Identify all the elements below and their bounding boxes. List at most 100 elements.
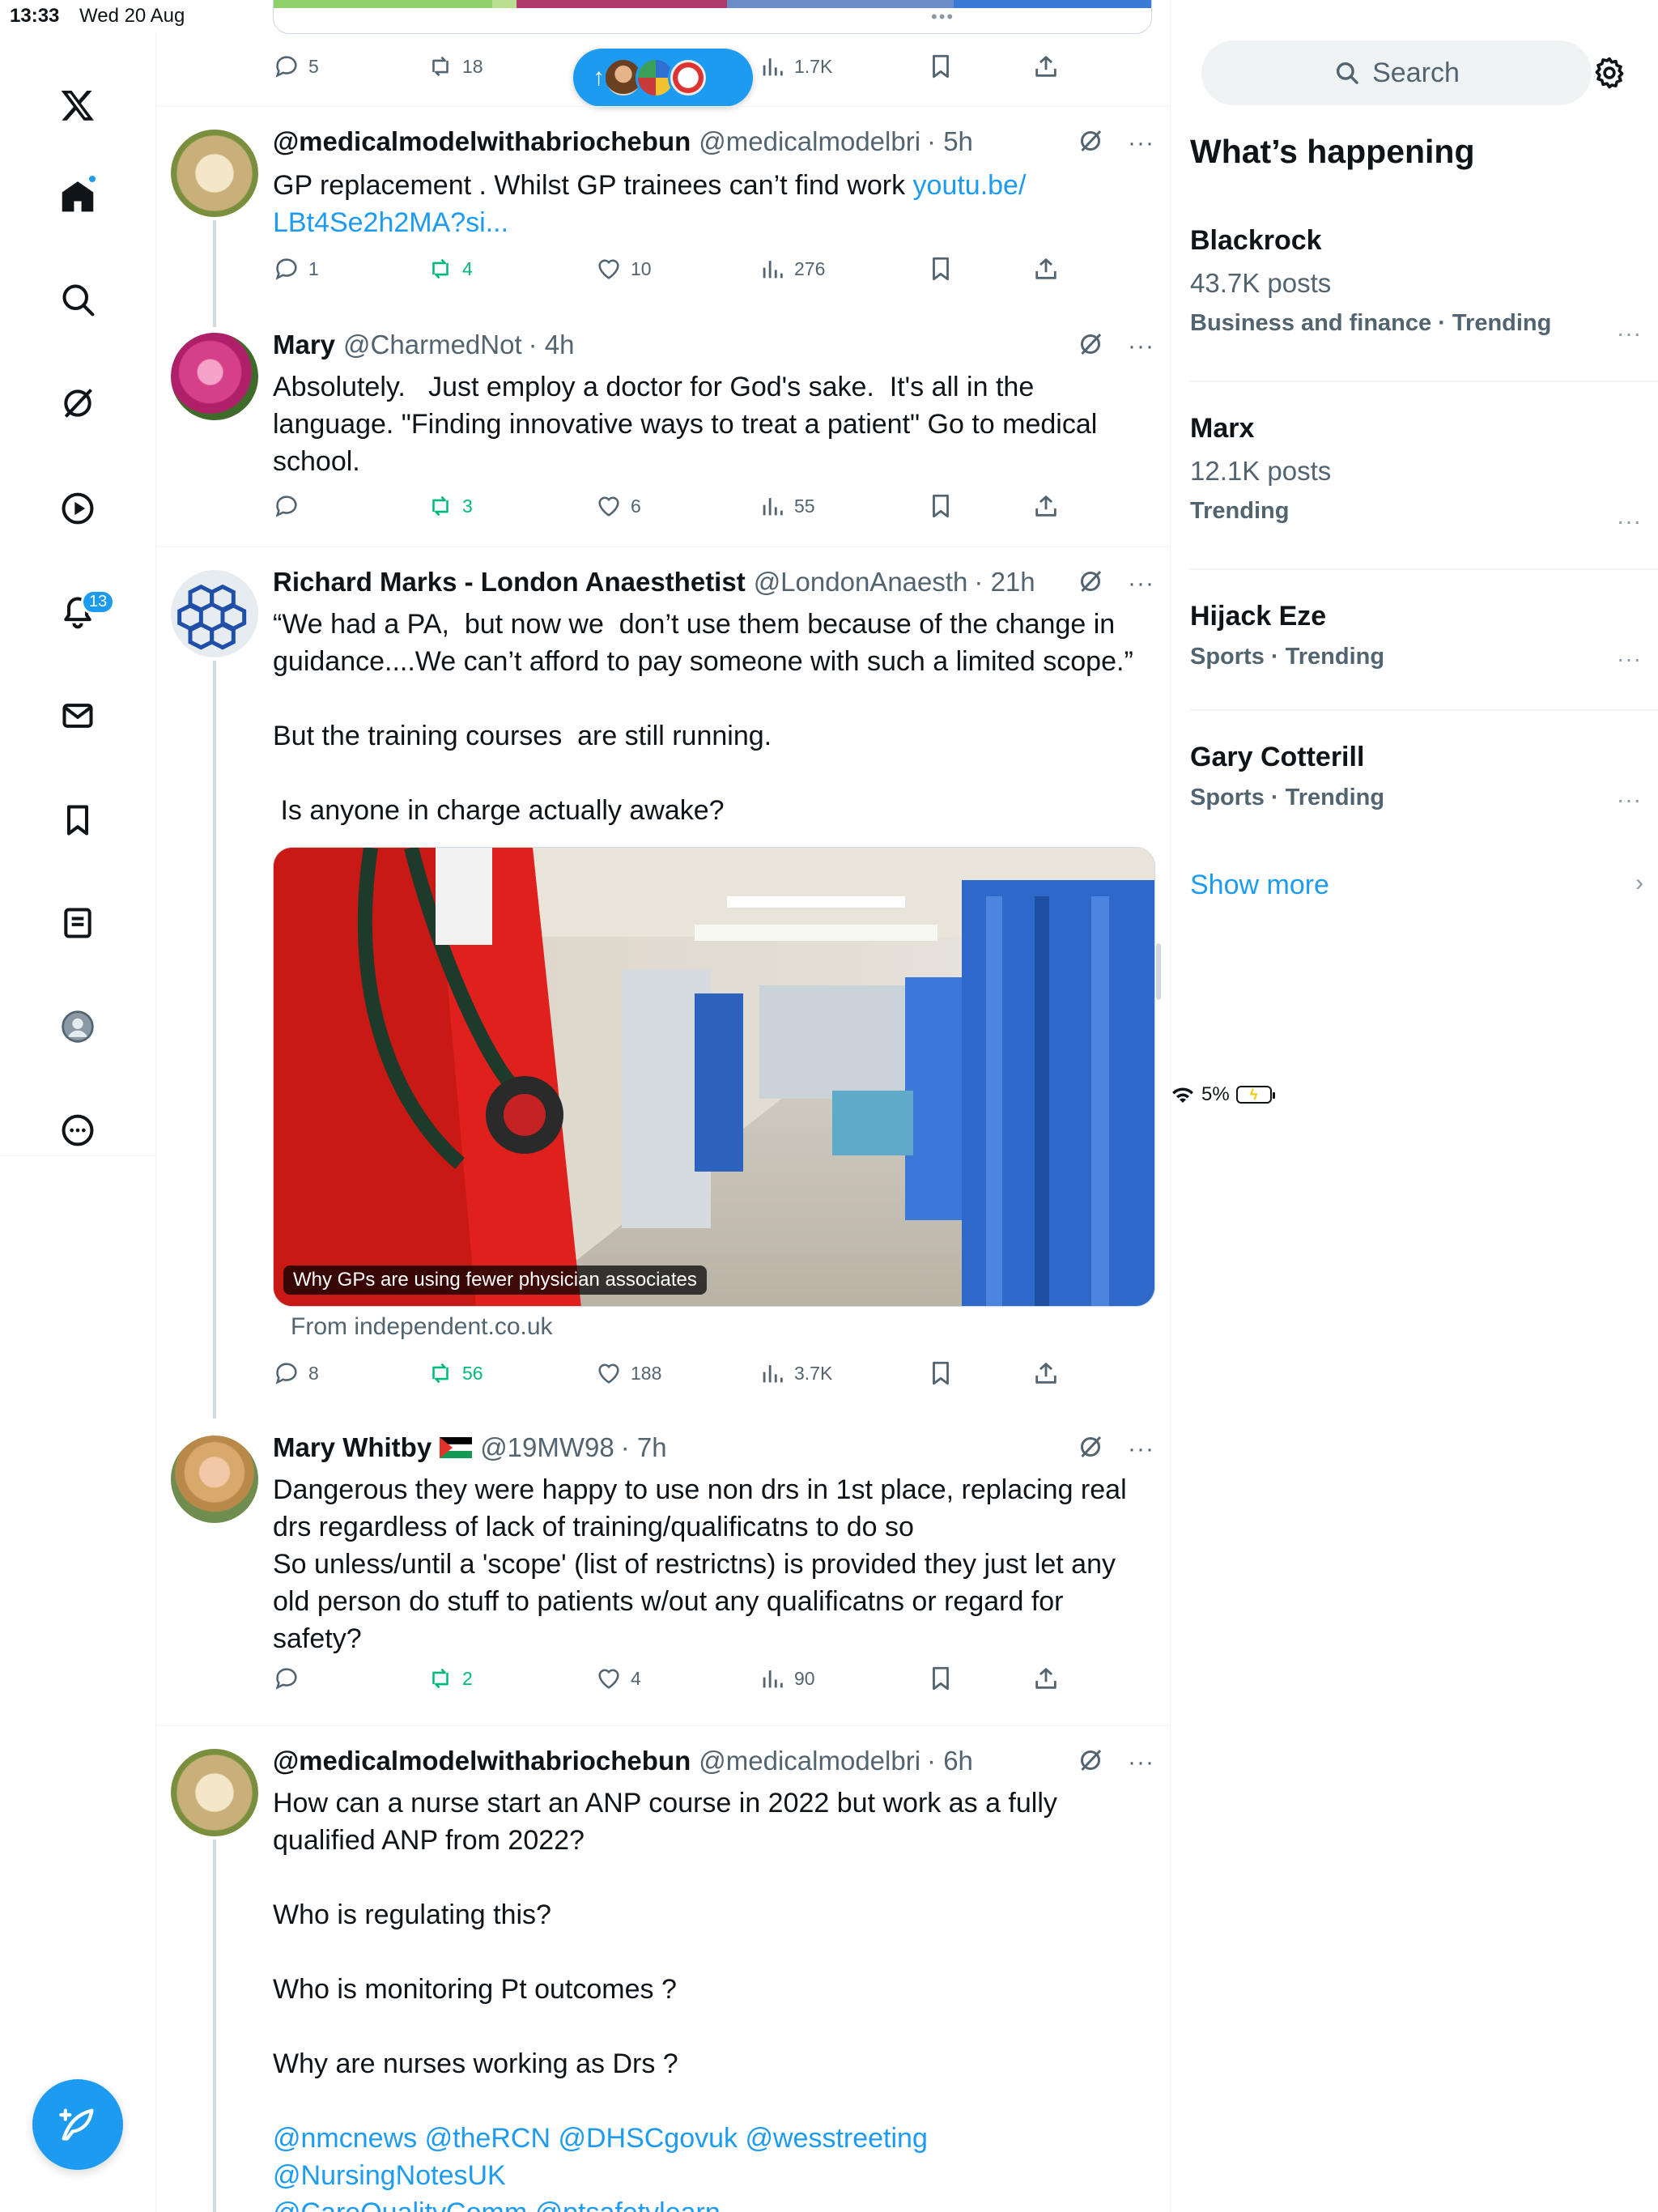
nav-explore[interactable]: [45, 267, 110, 332]
share-button[interactable]: [1032, 1355, 1060, 1391]
reply-button[interactable]: [273, 1661, 308, 1696]
trend-posts: 43.7K posts: [1190, 268, 1332, 298]
more-options-icon[interactable]: ···: [1128, 1750, 1154, 1775]
thread-line: [213, 661, 216, 1419]
share-button[interactable]: [1032, 488, 1060, 524]
envelope-icon: [62, 704, 93, 728]
trend-more-icon[interactable]: ···: [1617, 646, 1642, 672]
author-handle[interactable]: @medicalmodelbri: [699, 126, 920, 157]
nav-messages[interactable]: [45, 683, 110, 748]
scroll-handle[interactable]: [1156, 943, 1161, 1000]
more-options-icon[interactable]: ···: [1128, 130, 1154, 155]
nav-notifications[interactable]: 13: [45, 580, 116, 644]
trend-item[interactable]: Gary Cotterill Sports · Trending ···: [1190, 742, 1658, 813]
new-posts-pill[interactable]: ↑: [573, 49, 753, 107]
nav-profile[interactable]: [45, 994, 110, 1059]
reply-button[interactable]: 5: [273, 49, 319, 84]
share-button[interactable]: [1032, 1661, 1060, 1696]
views-button[interactable]: 1.7K: [759, 49, 832, 84]
bookmark-button[interactable]: [927, 1355, 954, 1391]
reply-button[interactable]: 1: [273, 251, 319, 287]
trend-more-icon[interactable]: ···: [1617, 508, 1642, 534]
trend-more-icon[interactable]: ···: [1617, 321, 1642, 347]
divider: [1190, 568, 1658, 570]
reply-icon: [275, 56, 297, 78]
tweet[interactable]: Richard Marks - London Anaesthetist @Lon…: [156, 547, 1170, 1419]
like-button[interactable]: 188: [595, 1355, 661, 1391]
tweet-time: · 7h: [620, 1432, 667, 1462]
trend-item[interactable]: Hijack Eze Sports · Trending ···: [1190, 601, 1658, 672]
bookmark-button[interactable]: [927, 488, 954, 524]
more-options-icon[interactable]: ···: [1128, 571, 1154, 596]
like-button[interactable]: 10: [595, 251, 652, 287]
tweet[interactable]: @medicalmodelwithabriochebun @medicalmod…: [156, 106, 1170, 327]
avatar[interactable]: [171, 130, 258, 217]
heart-icon: [598, 496, 619, 517]
grok-icon[interactable]: [1076, 126, 1105, 160]
author-name[interactable]: Mary: [273, 330, 335, 360]
author-handle[interactable]: @medicalmodelbri: [699, 1746, 920, 1776]
trend-item[interactable]: Marx 12.1K posts Trending ···: [1190, 413, 1658, 534]
avatar[interactable]: [171, 1436, 258, 1523]
share-button[interactable]: [1032, 251, 1060, 287]
grok-icon[interactable]: [1076, 567, 1105, 600]
repost-count: 18: [462, 55, 483, 77]
avatar[interactable]: [171, 333, 258, 420]
views-button[interactable]: 55: [759, 488, 815, 524]
nav-lists[interactable]: [45, 891, 110, 955]
nav-home[interactable]: [45, 164, 110, 229]
bookmark-button[interactable]: [927, 49, 954, 84]
author-handle[interactable]: @CharmedNot: [343, 330, 522, 360]
share-button[interactable]: [1032, 49, 1060, 84]
author-name[interactable]: Richard Marks - London Anaesthetist: [273, 567, 746, 598]
avatar[interactable]: [171, 1749, 258, 1836]
repost-button[interactable]: 56: [427, 1355, 483, 1391]
search-input[interactable]: Search: [1201, 40, 1592, 105]
author-handle[interactable]: @LondonAnaesth: [754, 567, 968, 598]
tweet-menu: ···: [1076, 1432, 1154, 1465]
author-name[interactable]: Mary Whitby: [273, 1432, 432, 1463]
views-button[interactable]: 3.7K: [759, 1355, 832, 1391]
repost-icon: [432, 1668, 449, 1689]
show-more-link[interactable]: Show more: [1190, 870, 1329, 901]
repost-button[interactable]: 4: [427, 251, 473, 287]
repost-button[interactable]: 3: [427, 488, 473, 524]
like-button[interactable]: 4: [595, 1661, 641, 1696]
tweet-mentions[interactable]: @nmcnews @theRCN @DHSCgovuk @wesstreetin…: [273, 2123, 935, 2212]
more-options-icon[interactable]: ···: [1128, 1436, 1154, 1461]
reply-button[interactable]: [273, 488, 308, 524]
nav-video[interactable]: [45, 476, 110, 541]
card-source[interactable]: From independent.co.uk: [291, 1313, 553, 1341]
x-logo[interactable]: [45, 73, 110, 138]
like-button[interactable]: 6: [595, 488, 641, 524]
more-options-icon[interactable]: ···: [1128, 334, 1154, 359]
repost-button[interactable]: 18: [427, 49, 483, 84]
grok-icon[interactable]: [1076, 1746, 1105, 1779]
repost-button[interactable]: 2: [427, 1661, 473, 1696]
nav-more[interactable]: [45, 1098, 110, 1163]
author-name[interactable]: @medicalmodelwithabriochebun: [273, 1746, 691, 1776]
bookmark-button[interactable]: [927, 251, 954, 287]
views-button[interactable]: 90: [759, 1661, 815, 1696]
grok-icon[interactable]: [1076, 1432, 1105, 1465]
author-name[interactable]: @medicalmodelwithabriochebun: [273, 126, 691, 157]
view-count: 90: [794, 1667, 815, 1689]
link-card-image[interactable]: Why GPs are using fewer physician associ…: [273, 847, 1155, 1307]
reply-button[interactable]: 8: [273, 1355, 319, 1391]
like-count: 188: [631, 1362, 662, 1384]
bookmark-button[interactable]: [927, 1661, 954, 1696]
compose-post-button[interactable]: [32, 2079, 123, 2170]
grok-icon[interactable]: [1076, 330, 1105, 363]
nav-bookmarks[interactable]: [45, 788, 110, 853]
repost-count: 2: [462, 1667, 473, 1689]
nav-grok[interactable]: [45, 371, 110, 436]
tweet[interactable]: Mary @CharmedNot · 4h ··· Absolutely. Ju…: [156, 326, 1170, 547]
author-handle[interactable]: @19MW98: [480, 1432, 614, 1463]
trend-more-icon[interactable]: ···: [1617, 787, 1642, 813]
trend-item[interactable]: Blackrock 43.7K posts Business and finan…: [1190, 225, 1658, 346]
avatar[interactable]: [171, 570, 258, 657]
settings-button[interactable]: [1585, 53, 1634, 93]
tweet[interactable]: @medicalmodelwithabriochebun @medicalmod…: [156, 1725, 1170, 2212]
views-button[interactable]: 276: [759, 251, 825, 287]
tweet[interactable]: Mary Whitby @19MW98 · 7h ··· Dangerous t…: [156, 1418, 1170, 1725]
